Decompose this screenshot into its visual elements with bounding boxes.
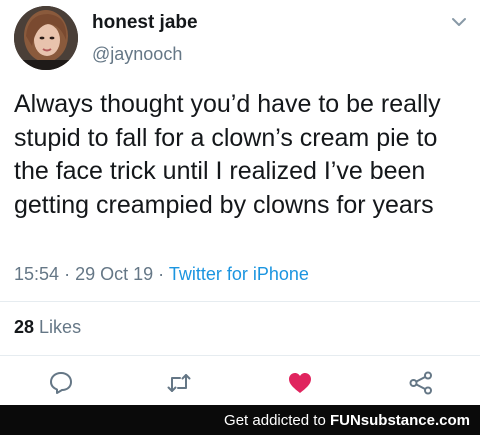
share-icon[interactable] (408, 370, 434, 396)
likes-label: Likes (39, 317, 82, 337)
tweet-meta: 15:54 · 29 Oct 19 · Twitter for iPhone (14, 264, 309, 285)
tweet-card: honest jabe @jaynooch Always thought you… (0, 0, 480, 405)
retweet-icon[interactable] (166, 370, 192, 396)
likes-number: 28 (14, 317, 35, 337)
watermark-footer: Get addicted to FUNsubstance.com (0, 405, 480, 435)
heart-icon[interactable] (287, 370, 313, 396)
tweet-date: 29 Oct 19 (75, 264, 154, 284)
tweet-actions (0, 360, 480, 404)
tweet-text: Always thought you’d have to be really s… (14, 90, 441, 219)
display-name[interactable]: honest jabe (92, 12, 198, 34)
chevron-down-icon[interactable] (451, 16, 467, 28)
user-handle[interactable]: @jaynooch (92, 44, 182, 65)
footer-text: Get addicted to FUNsubstance.com (224, 412, 470, 429)
meta-separator: · (158, 264, 165, 284)
divider (0, 301, 480, 302)
meta-separator: · (64, 264, 71, 284)
tweet-time: 15:54 (14, 264, 60, 284)
avatar[interactable] (14, 6, 78, 70)
footer-tagline: Get addicted to (224, 412, 326, 429)
footer-brand: FUNsubstance.com (329, 412, 470, 429)
tweet-source-link[interactable]: Twitter for iPhone (169, 264, 309, 284)
divider (0, 355, 480, 356)
likes-count[interactable]: 28 Likes (14, 317, 81, 338)
reply-icon[interactable] (48, 370, 74, 396)
